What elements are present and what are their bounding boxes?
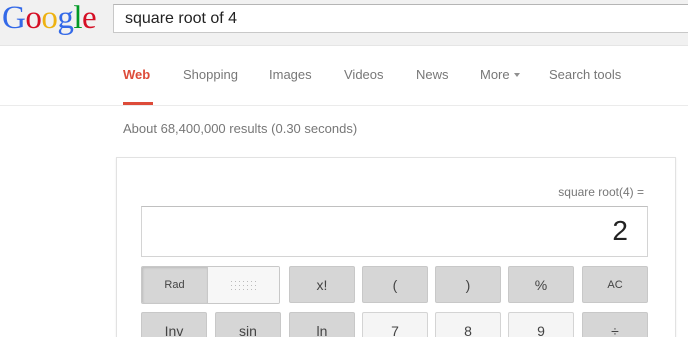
rad-button[interactable]: Rad (142, 267, 208, 303)
logo-letter: g (57, 0, 74, 36)
tab-more-label: More (480, 67, 510, 82)
sin-key[interactable]: sin (215, 312, 281, 337)
search-input[interactable]: square root of 4 (125, 5, 237, 32)
tab-web[interactable]: Web (123, 66, 150, 83)
logo-letter: G (2, 0, 26, 36)
deg-button[interactable] (208, 267, 279, 303)
search-box[interactable]: square root of 4 (113, 4, 688, 33)
calculator-expression: square root(4) = (558, 185, 644, 199)
calculator-result: 2 (612, 215, 628, 246)
digit-7-key[interactable]: 7 (362, 312, 428, 337)
tab-more[interactable]: More (480, 66, 520, 83)
caret-down-icon (513, 72, 520, 77)
all-clear-key[interactable]: AC (582, 266, 648, 303)
google-logo[interactable]: Google (2, 0, 97, 36)
logo-letter: l (73, 0, 83, 36)
percent-key[interactable]: % (508, 266, 574, 303)
tab-news[interactable]: News (416, 66, 449, 83)
tab-images[interactable]: Images (269, 66, 312, 83)
dotted-pattern-icon (230, 280, 257, 291)
close-paren-key[interactable]: ) (435, 266, 501, 303)
results-stats: About 68,400,000 results (0.30 seconds) (123, 121, 358, 136)
tab-videos[interactable]: Videos (344, 66, 384, 83)
calculator-card: square root(4) = 2 Rad x! ( ) % AC Inv s… (116, 157, 676, 337)
logo-letter: o (41, 0, 58, 36)
logo-letter: e (82, 0, 97, 36)
angle-mode-toggle: Rad (141, 266, 280, 304)
digit-8-key[interactable]: 8 (435, 312, 501, 337)
digit-9-key[interactable]: 9 (508, 312, 574, 337)
divide-key[interactable]: ÷ (582, 312, 648, 337)
ln-key[interactable]: ln (289, 312, 355, 337)
tab-shopping[interactable]: Shopping (183, 66, 238, 83)
open-paren-key[interactable]: ( (362, 266, 428, 303)
logo-letter: o (25, 0, 42, 36)
inverse-key[interactable]: Inv (141, 312, 207, 337)
top-bar: Google square root of 4 (0, 0, 688, 46)
search-tabs: Web Shopping Images Videos News More Sea… (0, 46, 688, 106)
factorial-key[interactable]: x! (289, 266, 355, 303)
tab-search-tools[interactable]: Search tools (549, 66, 621, 83)
active-tab-indicator (123, 102, 153, 105)
calculator-display: 2 (141, 206, 648, 257)
